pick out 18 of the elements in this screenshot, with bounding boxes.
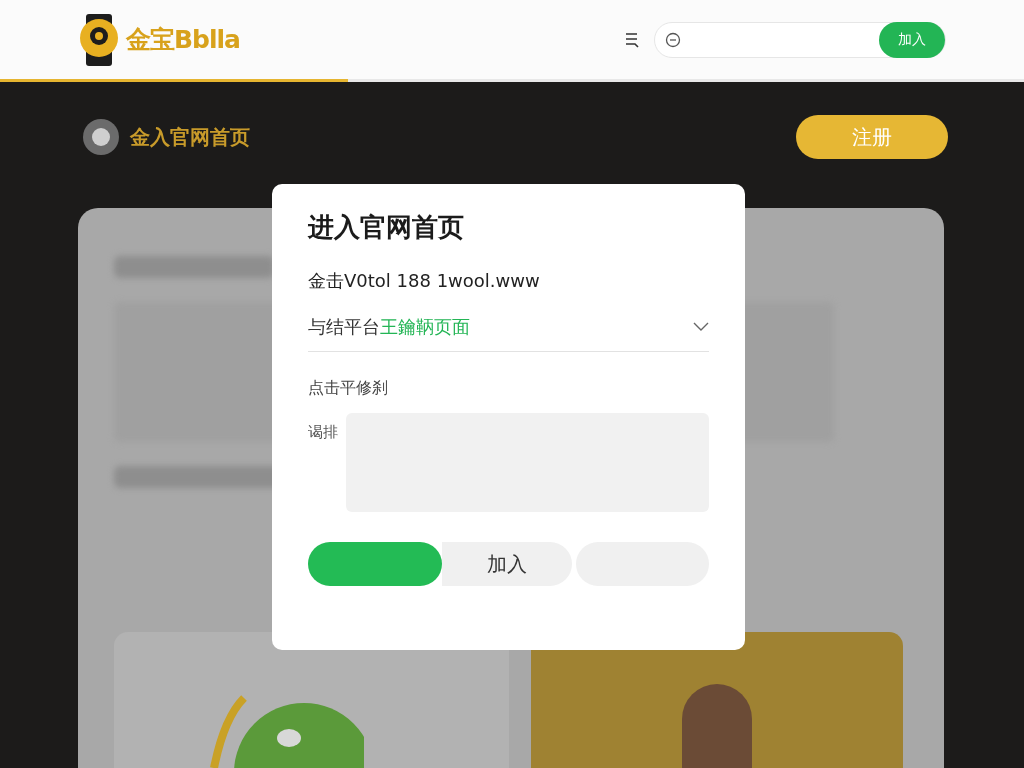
search-icon: [665, 31, 681, 48]
register-button[interactable]: 注册: [796, 115, 948, 159]
search-field[interactable]: 加入: [654, 21, 946, 58]
emblem-icon: [78, 13, 120, 66]
field-label: 谒排: [308, 422, 338, 443]
join-button[interactable]: 加入: [442, 542, 572, 586]
dropdown-prefix: 与结平台: [308, 315, 380, 339]
dialog-title: 进入官网首页: [308, 211, 465, 244]
menu-icon[interactable]: [624, 31, 640, 48]
home-link[interactable]: 金入官网首页: [130, 123, 250, 151]
emblem-icon: [82, 118, 120, 156]
join-button[interactable]: 加入: [879, 21, 945, 58]
dropdown[interactable]: 与结平台王鑰鞆页面: [308, 293, 709, 352]
logo-text[interactable]: 金宝Bblla: [126, 23, 240, 56]
section-label: 点击平修刹: [308, 378, 389, 399]
dropdown-value: 王鑰鞆页面: [380, 315, 470, 339]
dialog-subtitle: 金击V0tol 188 1wool.www: [308, 269, 541, 293]
confirm-button[interactable]: [308, 542, 442, 586]
